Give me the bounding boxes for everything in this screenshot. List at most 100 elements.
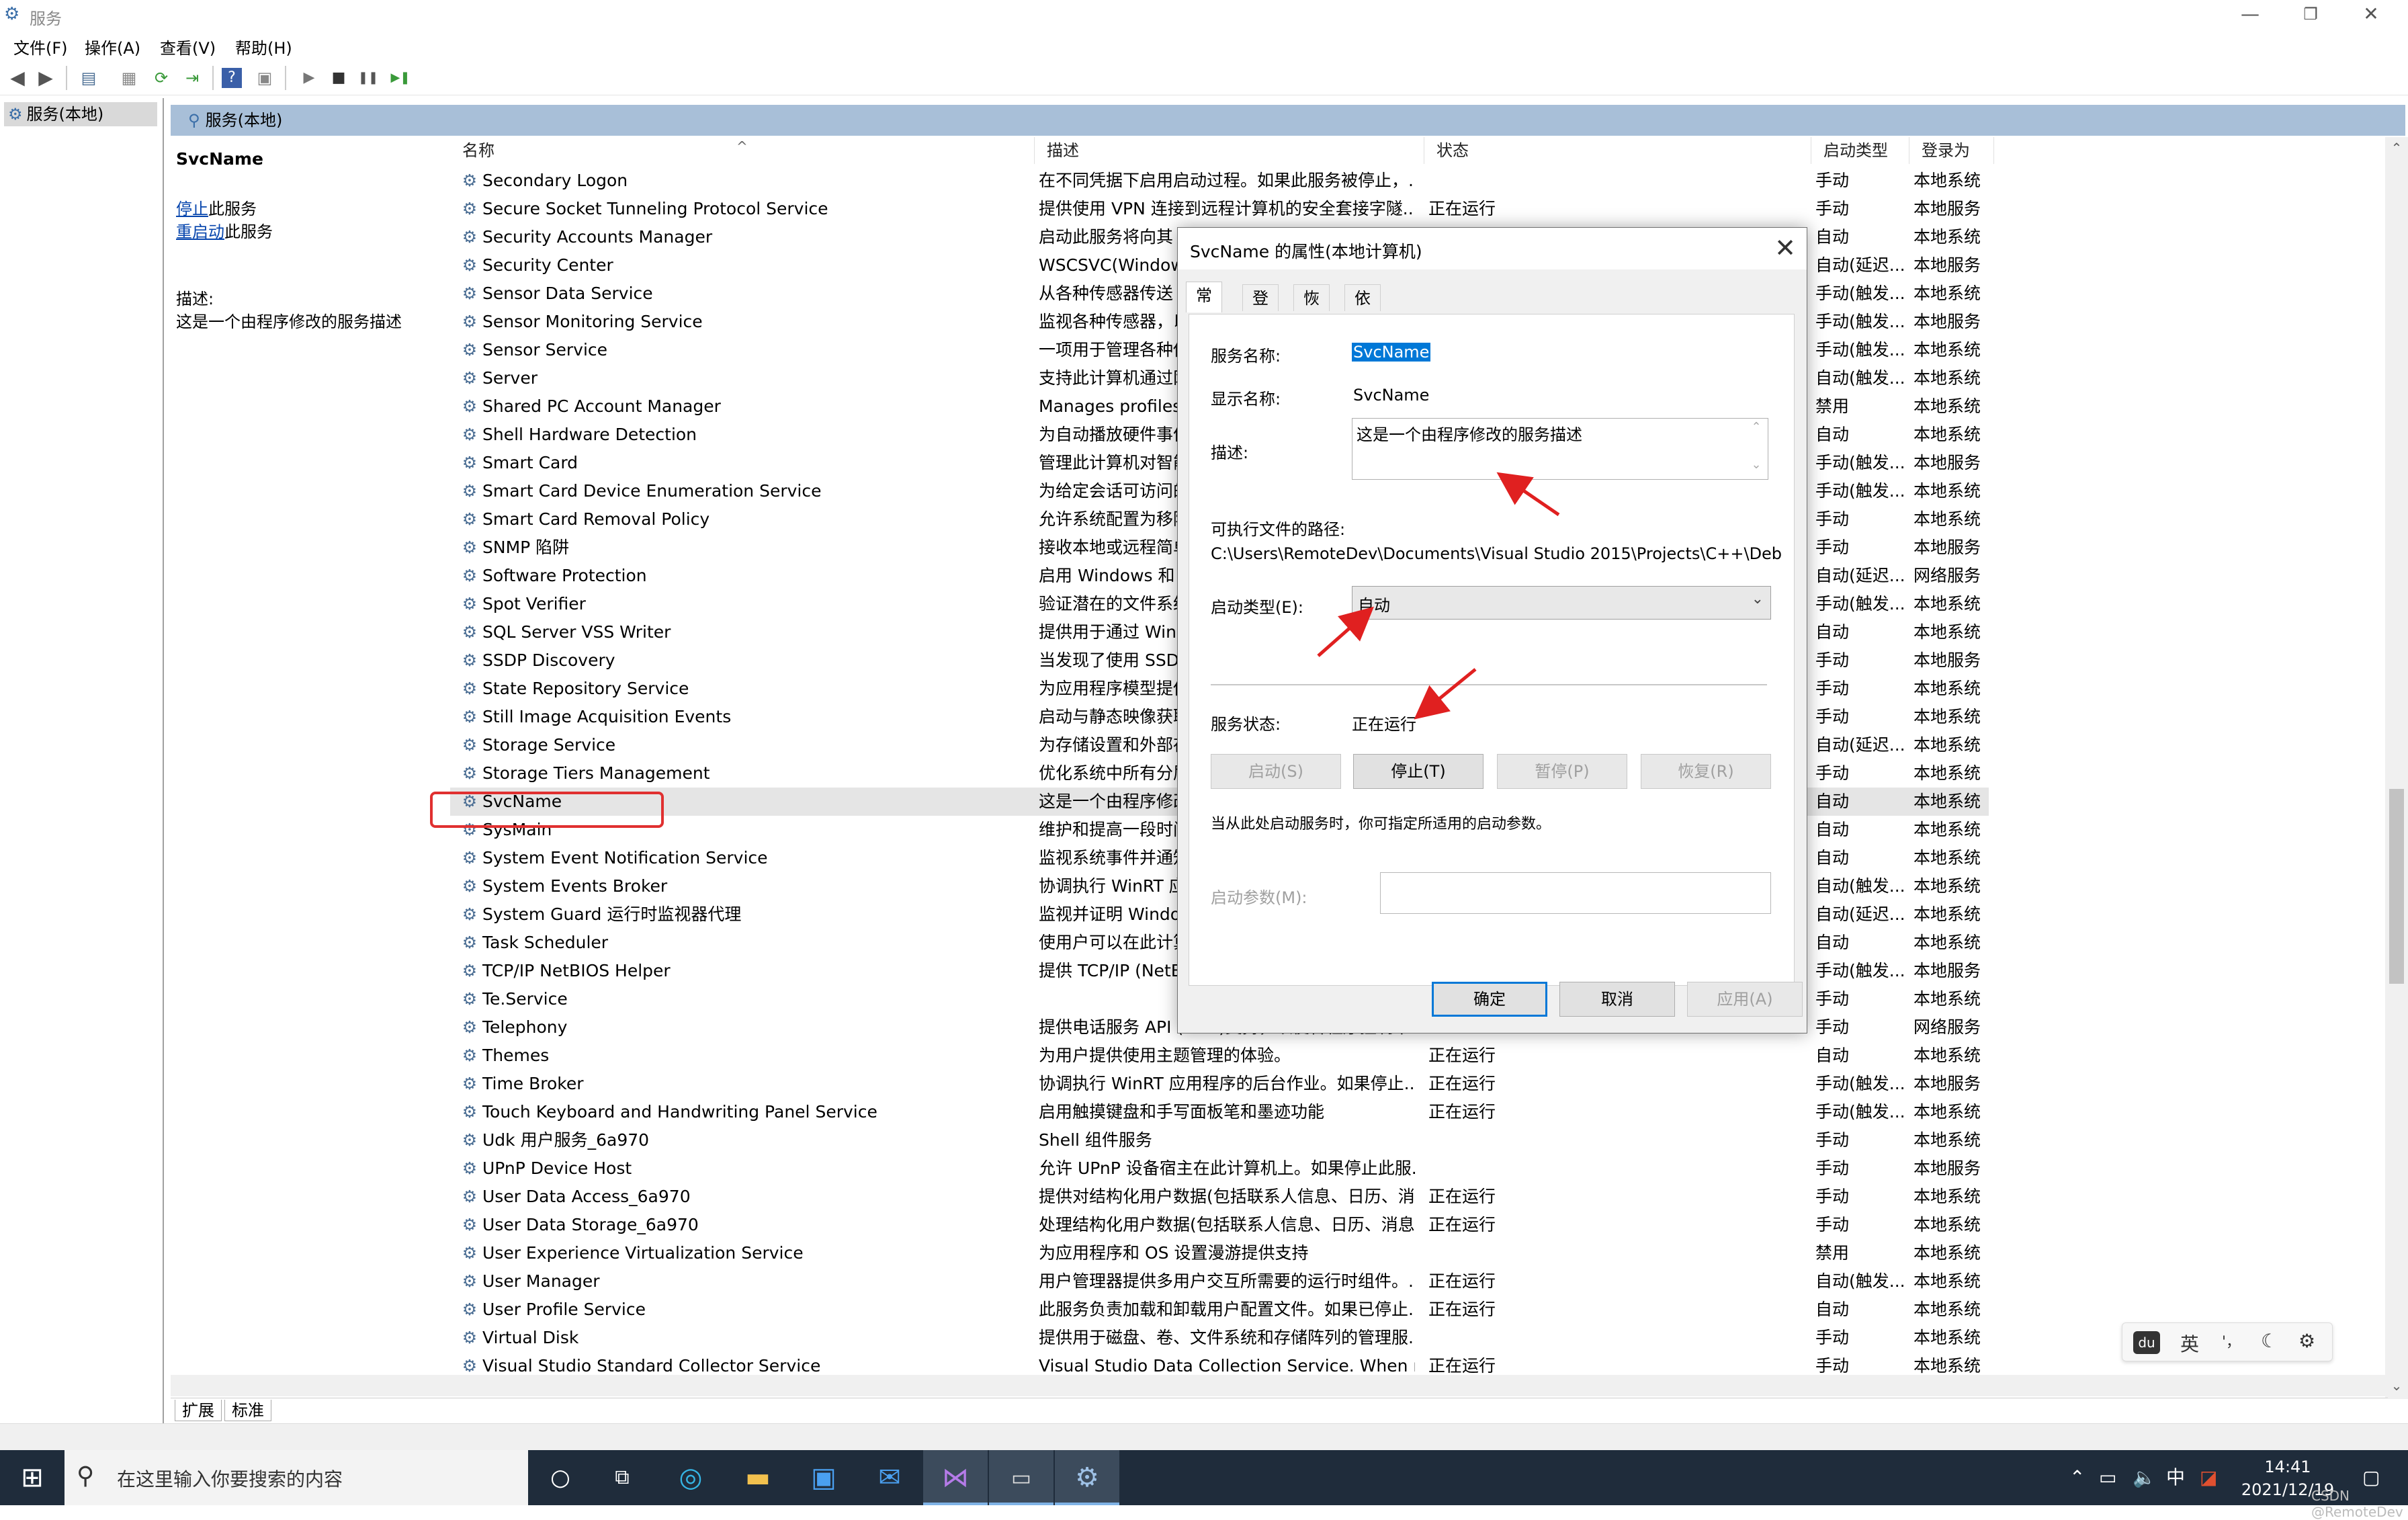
table-row[interactable]: ⚙ User Profile Service 此服务负责加载和卸载用户配置文件。如果… [450,1296,1989,1324]
console-icon[interactable]: ▣ [253,66,277,90]
info-service-name: SvcName [176,149,263,169]
ime-language-toggle[interactable]: 英 [2180,1330,2199,1357]
table-row[interactable]: ⚙ User Data Storage_6a970 处理结构化用户数据(包括联系人信… [450,1211,1989,1239]
gear-icon: ⚙ [462,904,478,924]
edge-browser-icon[interactable]: ◎ [658,1450,723,1505]
close-window-button[interactable]: ✕ [2334,0,2408,31]
back-arrow-icon[interactable]: ◀ [5,66,30,90]
apply-button[interactable]: 应用(A) [1687,982,1803,1017]
cancel-button[interactable]: 取消 [1559,982,1675,1017]
help-icon[interactable]: ? [222,68,242,88]
menu-file[interactable]: 文件(F) [13,35,68,58]
services-app-icon[interactable]: ⚙ [1055,1450,1119,1505]
table-row[interactable]: ⚙ Virtual Disk 提供用于磁盘、卷、文件系统和存储阵列的管理服... 手动… [450,1324,1989,1352]
table-row[interactable]: ⚙ User Manager 用户管理器提供多用户交互所需要的运行时组件。... 正在… [450,1267,1989,1296]
scroll-up-icon[interactable]: ⌃ [2385,140,2408,156]
gear-icon: ⚙ [462,368,478,388]
ime-indicator[interactable]: 中 [2166,1450,2185,1505]
column-header-logon[interactable]: 登录为 [1909,137,1994,164]
column-header-name[interactable]: 名称 ^ [450,137,1035,164]
visual-studio-icon[interactable]: ⋈ [923,1450,988,1505]
table-row[interactable]: ⚙ Themes 为用户提供使用主题管理的体验。 正在运行 自动 本地系统 [450,1042,1989,1070]
task-view-icon[interactable]: ⧉ [590,1450,654,1505]
column-header-status[interactable]: 状态 [1424,137,1811,164]
pause-service-icon[interactable]: ❚❚ [356,66,380,90]
file-explorer-icon[interactable]: ▬ [726,1450,790,1505]
gear-icon: ⚙ [462,933,478,952]
start-button[interactable]: 启动(S) [1211,754,1341,789]
terminal-icon[interactable]: ▭ [989,1450,1054,1505]
description-textarea[interactable]: 这是一个由程序修改的服务描述 ⌃ ⌄ [1352,418,1768,480]
start-service-icon[interactable]: ▶ [297,66,321,90]
volume-icon[interactable]: 🔈 [2133,1450,2156,1505]
ok-button[interactable]: 确定 [1432,982,1547,1017]
service-name-value[interactable]: SvcName [1352,343,1431,362]
table-row[interactable]: ⚙ Secure Socket Tunneling Protocol Servic… [450,195,1989,223]
moon-icon[interactable]: ☾ [2261,1330,2278,1352]
table-row[interactable]: ⚙ Secondary Logon 在不同凭据下启用启动过程。如果此服务被停止，..… [450,167,1989,195]
service-name-text: Smart Card Device Enumeration Service [482,481,822,501]
restart-service-icon[interactable]: ▶❚ [388,66,413,90]
gear-icon[interactable]: ⚙ [2298,1330,2315,1352]
export-list-icon[interactable]: ⇥ [180,66,204,90]
display-name-value[interactable]: SvcName [1353,386,1429,405]
table-row[interactable]: ⚙ User Data Access_6a970 提供对结构化用户数据(包括联系人信… [450,1183,1989,1211]
resume-button[interactable]: 恢复(R) [1641,754,1771,789]
menu-view[interactable]: 查看(V) [160,35,216,58]
store-icon[interactable]: ▣ [791,1450,856,1505]
startup-type-label: 启动类型(E): [1211,598,1303,617]
menu-action[interactable]: 操作(A) [85,35,140,58]
properties-icon[interactable]: ▦ [117,66,141,90]
table-row[interactable]: ⚙ User Experience Virtualization Service 为… [450,1239,1989,1267]
ime-punctuation-icon[interactable]: '， [2222,1330,2241,1351]
tab-general[interactable]: 常规 [1186,282,1222,332]
stop-service-icon[interactable]: ■ [327,66,351,90]
cell-status [1428,1126,1590,1154]
stop-button[interactable]: 停止(T) [1353,754,1484,789]
taskbar-search-box[interactable]: ⚲ 在这里输入你要搜索的内容 [64,1450,528,1505]
cell-name: ⚙ User Data Access_6a970 [460,1183,1004,1211]
tab-logon[interactable]: 登录 [1242,284,1279,335]
tree-item-services-local[interactable]: ⚙ 服务(本地) [4,102,157,126]
column-header-startup[interactable]: 启动类型 [1811,137,1909,164]
security-app-icon[interactable]: ◪ [2200,1450,2217,1505]
scroll-down-icon[interactable]: ⌄ [2385,1378,2408,1394]
scrollbar-thumb[interactable] [2389,789,2404,984]
service-name-text: Sensor Monitoring Service [482,312,703,331]
table-row[interactable]: ⚙ UPnP Device Host 允许 UPnP 设备宿主在此计算机上。如果停止… [450,1154,1989,1183]
cell-startup-type: 手动(触发... [1815,594,1905,614]
cell-logon-as: 本地系统 [1914,1130,1981,1150]
table-row[interactable]: ⚙ Touch Keyboard and Handwriting Panel Se… [450,1098,1989,1126]
horizontal-scrollbar[interactable] [171,1375,2388,1396]
stop-service-link[interactable]: 停止 [176,200,208,218]
tray-expand-icon[interactable]: ⌃ [2069,1450,2085,1505]
table-row[interactable]: ⚙ Udk 用户服务_6a970 Shell 组件服务 手动 本地系统 [450,1126,1989,1154]
tab-recovery[interactable]: 恢复 [1293,284,1330,335]
vertical-scrollbar[interactable]: ⌃ ⌄ [2385,137,2408,1399]
start-params-input[interactable] [1380,872,1771,914]
windows-start-icon[interactable]: ⊞ [0,1450,64,1505]
startup-type-select[interactable]: 自动 ⌄ [1352,586,1771,620]
cell-name: ⚙ Software Protection [460,562,1004,590]
tab-dependencies[interactable]: 依存关系 [1344,284,1381,388]
refresh-icon[interactable]: ⟳ [149,66,173,90]
table-row[interactable]: ⚙ Time Broker 协调执行 WinRT 应用程序的后台作业。如果停止...… [450,1070,1989,1098]
cortana-icon[interactable]: ○ [528,1450,593,1505]
column-header-desc[interactable]: 描述 [1035,137,1424,164]
forward-arrow-icon[interactable]: ▶ [34,66,58,90]
service-name-text: UPnP Device Host [482,1158,632,1178]
scroll-down-icon[interactable]: ⌄ [1748,458,1765,472]
tab-extended[interactable]: 扩展 [175,1400,222,1421]
show-tree-icon[interactable]: ▤ [77,66,101,90]
network-icon[interactable]: ▭ [2099,1450,2116,1505]
exe-path-value[interactable]: C:\Users\RemoteDev\Documents\Visual Stud… [1211,544,1782,563]
menu-help[interactable]: 帮助(H) [235,35,292,58]
dialog-close-icon[interactable]: ✕ [1774,233,1796,263]
cell-name: ⚙ TCP/IP NetBIOS Helper [460,957,1004,985]
tab-standard[interactable]: 标准 [224,1400,271,1421]
ime-logo-icon[interactable]: du [2133,1331,2160,1354]
mail-icon[interactable]: ✉ [857,1450,922,1505]
pause-button[interactable]: 暂停(P) [1497,754,1627,789]
restart-service-link[interactable]: 重启动 [176,222,224,241]
scroll-up-icon[interactable]: ⌃ [1748,420,1765,434]
